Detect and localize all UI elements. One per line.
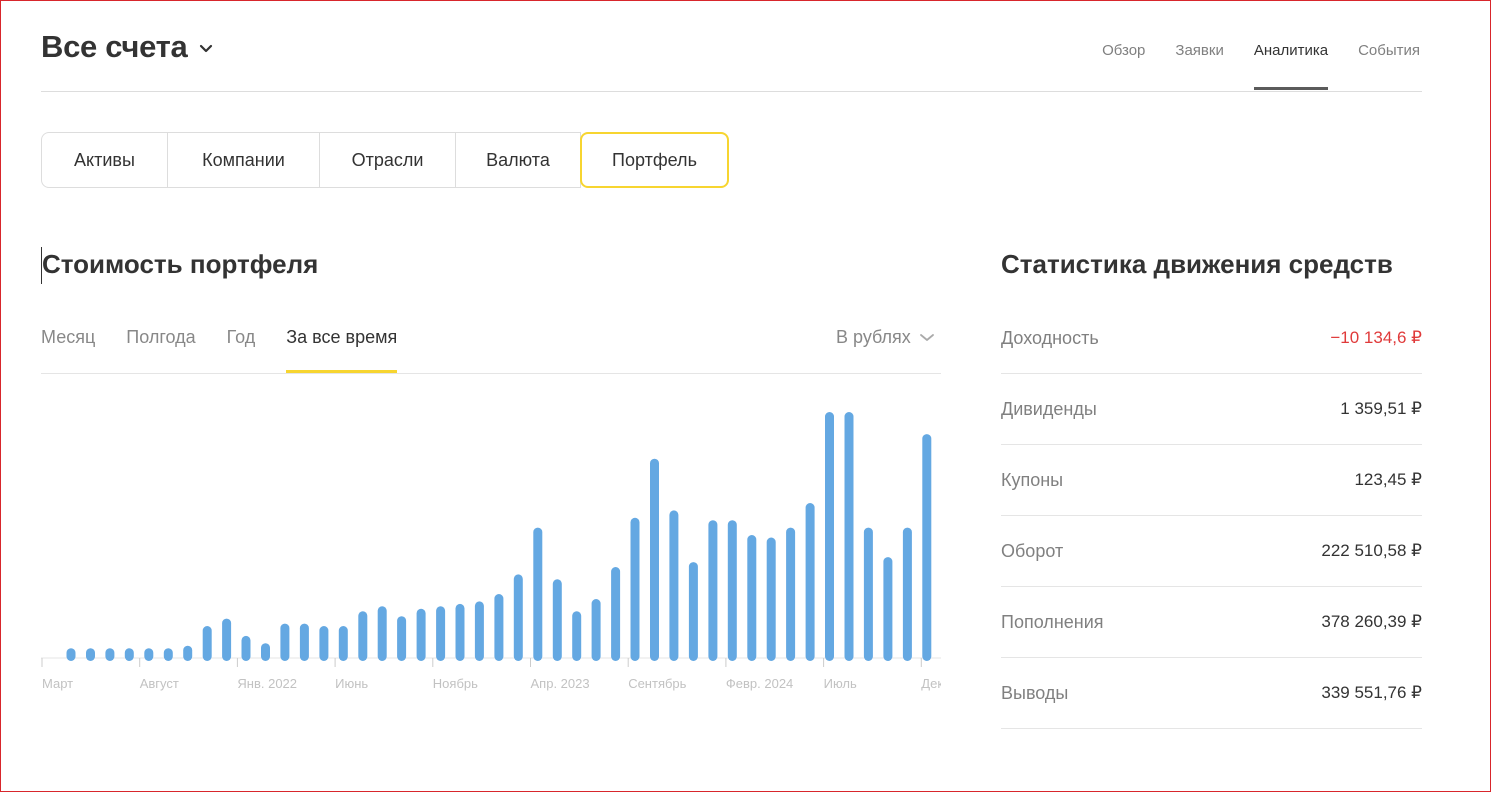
chart-bar[interactable] xyxy=(397,616,407,661)
chart-bar[interactable] xyxy=(766,537,776,662)
chart-x-tick-label: Июнь xyxy=(335,676,368,691)
chart-bar[interactable] xyxy=(650,458,659,661)
chart-bar[interactable] xyxy=(552,579,562,661)
chart-bar[interactable] xyxy=(202,626,212,661)
chart-bar[interactable] xyxy=(688,562,698,661)
stat-value: 1 359,51 ₽ xyxy=(1340,399,1422,418)
stat-row-coupons: Купоны 123,45 ₽ xyxy=(1001,445,1422,516)
chart-bar[interactable] xyxy=(261,643,270,661)
chart-bar[interactable] xyxy=(436,606,446,661)
stat-label: Доходность xyxy=(1001,327,1099,348)
chart-bar[interactable] xyxy=(455,603,465,661)
account-title: Все счета xyxy=(41,29,188,64)
stat-row-deposits: Пополнения 378 260,39 ₽ xyxy=(1001,587,1422,658)
chart-x-tick-label: Янв. 2022 xyxy=(237,676,297,691)
chart-bar[interactable] xyxy=(591,599,601,661)
chart-bar[interactable] xyxy=(183,645,193,661)
chart-bar[interactable] xyxy=(358,611,368,661)
chart-bar[interactable] xyxy=(494,594,504,661)
chart-x-tick-label: Август xyxy=(140,676,179,691)
chart-bar[interactable] xyxy=(280,623,290,661)
period-tabs: Месяц Полгода Год За все время xyxy=(41,327,428,373)
tab-analytics[interactable]: Аналитика xyxy=(1253,42,1329,90)
period-month[interactable]: Месяц xyxy=(41,327,95,373)
chart-bar[interactable] xyxy=(883,557,893,661)
chevron-down-icon xyxy=(919,334,934,341)
period-year[interactable]: Год xyxy=(227,327,256,373)
segment-industries[interactable]: Отрасли xyxy=(319,132,456,188)
analytics-segments: Активы Компании Отрасли Валюта Портфель xyxy=(41,132,729,188)
segment-currency[interactable]: Валюта xyxy=(455,132,581,188)
chart-bar[interactable] xyxy=(241,635,251,661)
chart-bar[interactable] xyxy=(513,574,523,661)
chart-bar[interactable] xyxy=(611,567,621,661)
chart-bar[interactable] xyxy=(105,648,115,661)
chart-bar[interactable] xyxy=(533,527,543,661)
chart-bar[interactable] xyxy=(902,527,912,661)
stat-label: Оборот xyxy=(1001,540,1064,561)
chart-bar[interactable] xyxy=(338,626,348,661)
chart-bar[interactable] xyxy=(377,606,387,661)
account-selector[interactable]: Все счета xyxy=(41,29,213,65)
chart-bar[interactable] xyxy=(319,626,329,661)
chart-bar[interactable] xyxy=(786,527,796,661)
stat-row-turnover: Оборот 222 510,58 ₽ xyxy=(1001,516,1422,587)
stats-title: Статистика движения средств xyxy=(1001,249,1393,279)
stat-value: 222 510,58 ₽ xyxy=(1321,541,1422,560)
header-divider xyxy=(41,91,1422,92)
chart-bar[interactable] xyxy=(747,535,757,661)
chart-bar[interactable] xyxy=(474,601,484,661)
portfolio-value-chart: Март Август Янв. 2022 Июнь Ноябрь Апр. 2023 Се… xyxy=(41,412,941,691)
chart-bar[interactable] xyxy=(708,520,718,661)
chart-x-tick-label: Февр. 2024 xyxy=(726,676,793,691)
chevron-down-icon xyxy=(200,44,213,53)
stat-label: Выводы xyxy=(1001,682,1069,703)
stat-row-dividends: Дивиденды 1 359,51 ₽ xyxy=(1001,374,1422,445)
chart-x-tick-label: Сентябрь xyxy=(628,676,686,691)
stat-value: 123,45 ₽ xyxy=(1354,470,1422,489)
chart-x-tick-label: Март xyxy=(42,676,73,691)
chart-bar[interactable] xyxy=(825,412,834,661)
portfolio-title: Стоимость портфеля xyxy=(42,249,319,279)
chart-x-tick-label: Ноябрь xyxy=(433,676,478,691)
chart-bar[interactable] xyxy=(844,412,854,661)
chart-x-tick-label: Апр. 2023 xyxy=(531,676,590,691)
chart-bar[interactable] xyxy=(416,608,426,661)
tab-events[interactable]: События xyxy=(1358,42,1420,90)
segment-portfolio[interactable]: Портфель xyxy=(580,132,729,188)
chart-bar[interactable] xyxy=(805,503,815,661)
stat-value: 378 260,39 ₽ xyxy=(1321,612,1422,631)
stat-label: Пополнения xyxy=(1001,611,1104,632)
chart-bar[interactable] xyxy=(863,527,873,661)
chart-x-tick-label: Июль xyxy=(824,676,857,691)
period-all-time[interactable]: За все время xyxy=(286,327,398,373)
tab-overview[interactable]: Обзор xyxy=(1102,42,1145,90)
chart-bar[interactable] xyxy=(922,434,932,661)
chart-x-tick-label: Дек xyxy=(921,676,941,691)
tab-orders[interactable]: Заявки xyxy=(1175,42,1223,90)
period-half-year[interactable]: Полгода xyxy=(126,327,195,373)
chart-bar[interactable] xyxy=(299,623,309,661)
currency-select-value: В рублях xyxy=(836,327,911,347)
top-nav: Обзор Заявки Аналитика События xyxy=(1072,42,1420,90)
chart-bar[interactable] xyxy=(572,611,582,661)
stat-label: Дивиденды xyxy=(1001,398,1097,419)
chart-bar[interactable] xyxy=(163,648,173,661)
currency-select[interactable]: В рублях xyxy=(836,327,935,348)
chart-bar[interactable] xyxy=(86,648,95,661)
chart-bar[interactable] xyxy=(66,648,76,661)
segment-companies[interactable]: Компании xyxy=(167,132,320,188)
chart-bar[interactable] xyxy=(144,648,154,661)
chart-bar[interactable] xyxy=(630,517,640,661)
stat-value: 339 551,76 ₽ xyxy=(1321,683,1422,702)
chart-bar[interactable] xyxy=(222,618,232,661)
segment-assets[interactable]: Активы xyxy=(41,132,168,188)
chart-bar[interactable] xyxy=(669,510,679,661)
chart-bar[interactable] xyxy=(727,520,737,661)
chart-bar[interactable] xyxy=(124,648,134,661)
stat-label: Купоны xyxy=(1001,469,1064,490)
stat-value: −10 134,6 ₽ xyxy=(1330,328,1422,347)
stat-row-yield: Доходность −10 134,6 ₽ xyxy=(1001,303,1422,374)
stat-row-withdrawals: Выводы 339 551,76 ₽ xyxy=(1001,658,1422,729)
